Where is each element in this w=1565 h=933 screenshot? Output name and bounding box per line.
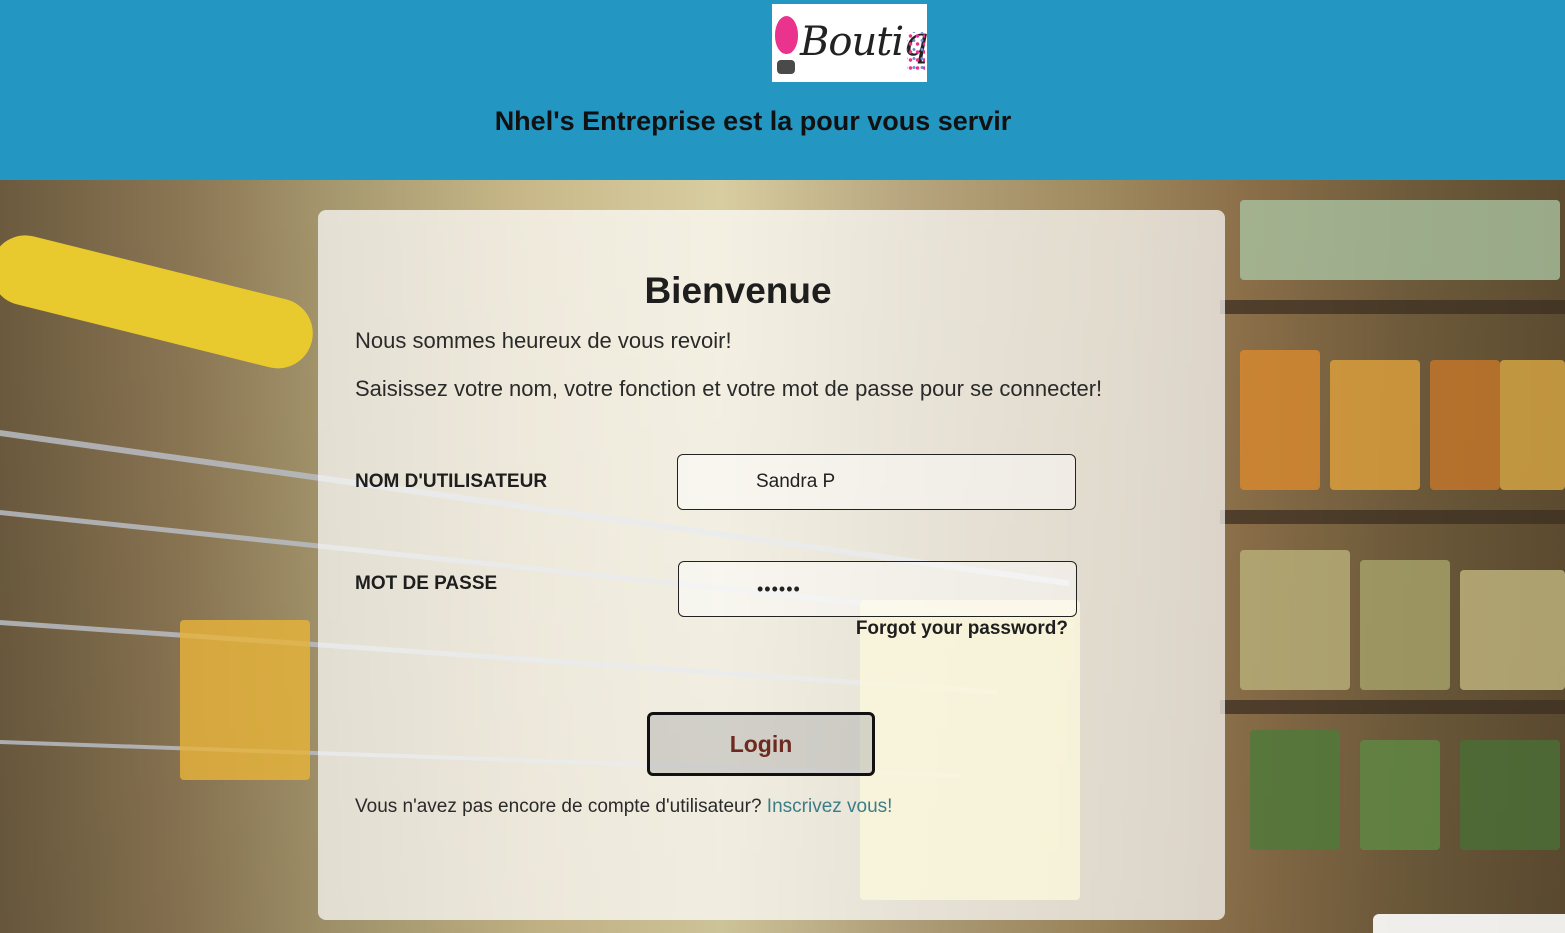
shelf	[1220, 510, 1565, 524]
cart-handle	[0, 228, 321, 376]
product	[1250, 730, 1340, 850]
password-field[interactable]	[678, 561, 1077, 617]
signup-prompt-text: Vous n'avez pas encore de compte d'utili…	[355, 796, 762, 817]
login-button[interactable]: Login	[647, 712, 875, 776]
balloon-icon	[775, 16, 798, 54]
product	[1240, 550, 1350, 690]
corner-widget	[1373, 914, 1565, 933]
yellow-tag	[180, 620, 310, 780]
product	[1430, 360, 1500, 490]
password-label: MOT DE PASSE	[355, 573, 498, 594]
header-bar: Boutique Nhel's Entreprise est la pour v…	[0, 0, 1565, 180]
shelf	[1220, 700, 1565, 714]
product	[1460, 740, 1560, 850]
product	[1500, 360, 1565, 490]
shelf	[1220, 300, 1565, 314]
welcome-message: Nous sommes heureux de vous revoir!	[355, 328, 732, 353]
signup-link[interactable]: Inscrivez vous!	[767, 796, 893, 817]
username-field[interactable]	[677, 454, 1076, 510]
welcome-title: Bienvenue	[644, 270, 832, 311]
product	[1240, 200, 1560, 280]
username-label: NOM D'UTILISATEUR	[355, 471, 548, 492]
confetti-icon	[907, 32, 925, 72]
product	[1460, 570, 1565, 690]
bow-icon	[777, 60, 795, 74]
login-card: Bienvenue Nous sommes heureux de vous re…	[318, 210, 1225, 920]
page-tagline: Nhel's Entreprise est la pour vous servi…	[494, 106, 1012, 136]
product	[1360, 560, 1450, 690]
login-instructions: Saisissez votre nom, votre fonction et v…	[355, 376, 1103, 401]
forgot-password-link[interactable]: Forgot your password?	[856, 618, 1068, 640]
product	[1360, 740, 1440, 850]
product	[1240, 350, 1320, 490]
product	[1330, 360, 1420, 490]
boutique-logo: Boutique	[772, 4, 927, 82]
signup-prompt: Vous n'avez pas encore de compte d'utili…	[355, 796, 892, 818]
